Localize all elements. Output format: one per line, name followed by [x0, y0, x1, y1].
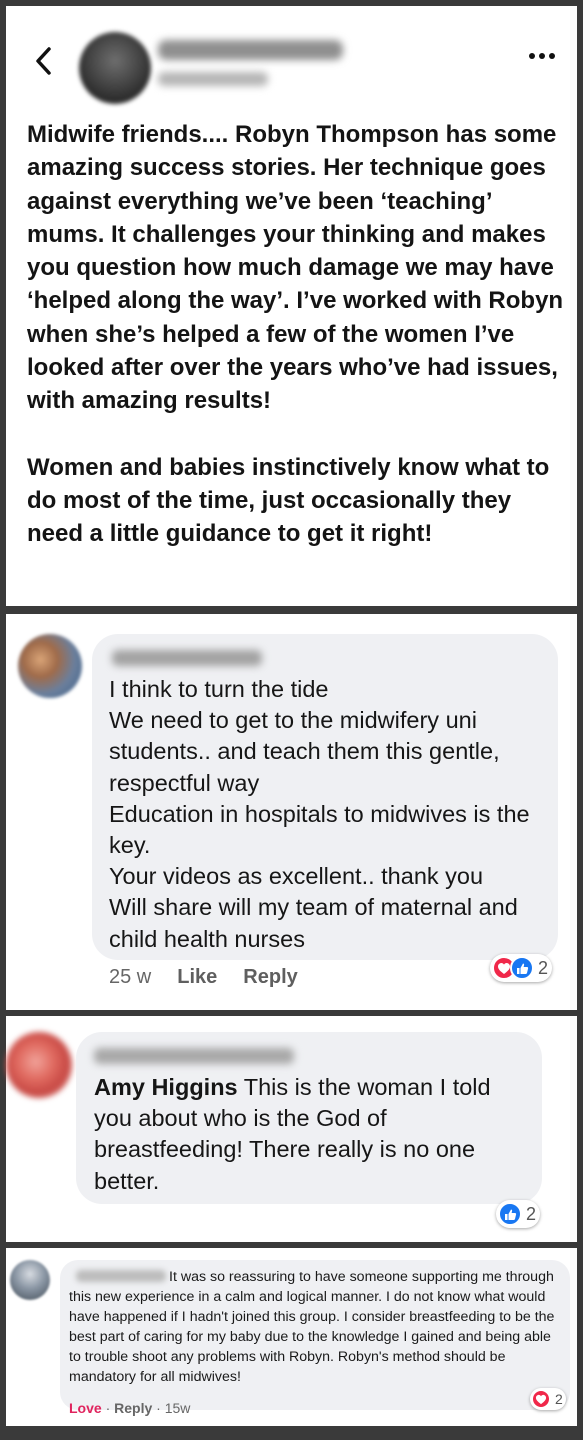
- comment-text: Amy Higgins This is the woman I told you…: [94, 1074, 491, 1194]
- comment-card: It was so reassuring to have someone sup…: [6, 1248, 577, 1426]
- commenter-avatar-blurred[interactable]: [10, 1260, 50, 1300]
- comment-timestamp[interactable]: 25 w: [109, 966, 151, 989]
- chevron-left-icon: [36, 47, 51, 75]
- reply-button[interactable]: Reply: [114, 1400, 152, 1416]
- comment-timestamp[interactable]: 15w: [165, 1400, 191, 1416]
- author-name-redacted: [158, 40, 343, 60]
- mention-link[interactable]: Amy Higgins: [94, 1074, 238, 1100]
- comment-actions: 25 w Like Reply: [109, 966, 298, 989]
- commenter-name-redacted[interactable]: [112, 650, 262, 666]
- reaction-count: 2: [555, 1391, 563, 1407]
- author-avatar-blurred[interactable]: [79, 32, 151, 104]
- comment-actions: Love · Reply · 15w: [69, 1400, 191, 1416]
- comment-card: Amy Higgins This is the woman I told you…: [6, 1016, 577, 1242]
- commenter-name-redacted[interactable]: [94, 1048, 294, 1064]
- comment-text: It was so reassuring to have someone sup…: [69, 1269, 555, 1385]
- like-reaction-icon: [498, 1202, 522, 1226]
- love-button[interactable]: Love: [69, 1400, 102, 1416]
- post-text: Midwife friends.... Robyn Thompson has s…: [27, 118, 572, 551]
- reaction-summary[interactable]: 2: [490, 954, 553, 982]
- reaction-summary[interactable]: 2: [530, 1388, 566, 1410]
- post-paragraph: Women and babies instinctively know what…: [27, 453, 550, 548]
- comment-bubble: It was so reassuring to have someone sup…: [60, 1260, 570, 1410]
- comment-card: I think to turn the tide We need to get …: [6, 614, 577, 1010]
- more-options-button[interactable]: [526, 46, 558, 66]
- reaction-summary[interactable]: 2: [496, 1200, 541, 1228]
- commenter-avatar-blurred[interactable]: [6, 1032, 72, 1098]
- mention-link[interactable]: Robyn Thompson: [235, 121, 439, 148]
- reaction-count: 2: [526, 1203, 537, 1224]
- reaction-count: 2: [538, 957, 549, 978]
- love-reaction-icon: [531, 1389, 551, 1409]
- like-button[interactable]: Like: [177, 966, 217, 989]
- comment-bubble: I think to turn the tide We need to get …: [92, 634, 558, 960]
- like-reaction-icon: [510, 956, 534, 980]
- commenter-avatar-blurred[interactable]: [18, 634, 82, 698]
- comment-text: I think to turn the tide We need to get …: [109, 676, 530, 952]
- post-card: Midwife friends.... Robyn Thompson has s…: [6, 6, 577, 606]
- reply-button[interactable]: Reply: [243, 966, 297, 989]
- more-dots-icon: [529, 53, 535, 59]
- comment-bubble: Amy Higgins This is the woman I told you…: [76, 1032, 542, 1204]
- post-paragraph: Midwife friends.... Robyn Thompson has s…: [27, 121, 564, 415]
- back-button[interactable]: [34, 46, 64, 82]
- post-meta-redacted: [158, 72, 268, 86]
